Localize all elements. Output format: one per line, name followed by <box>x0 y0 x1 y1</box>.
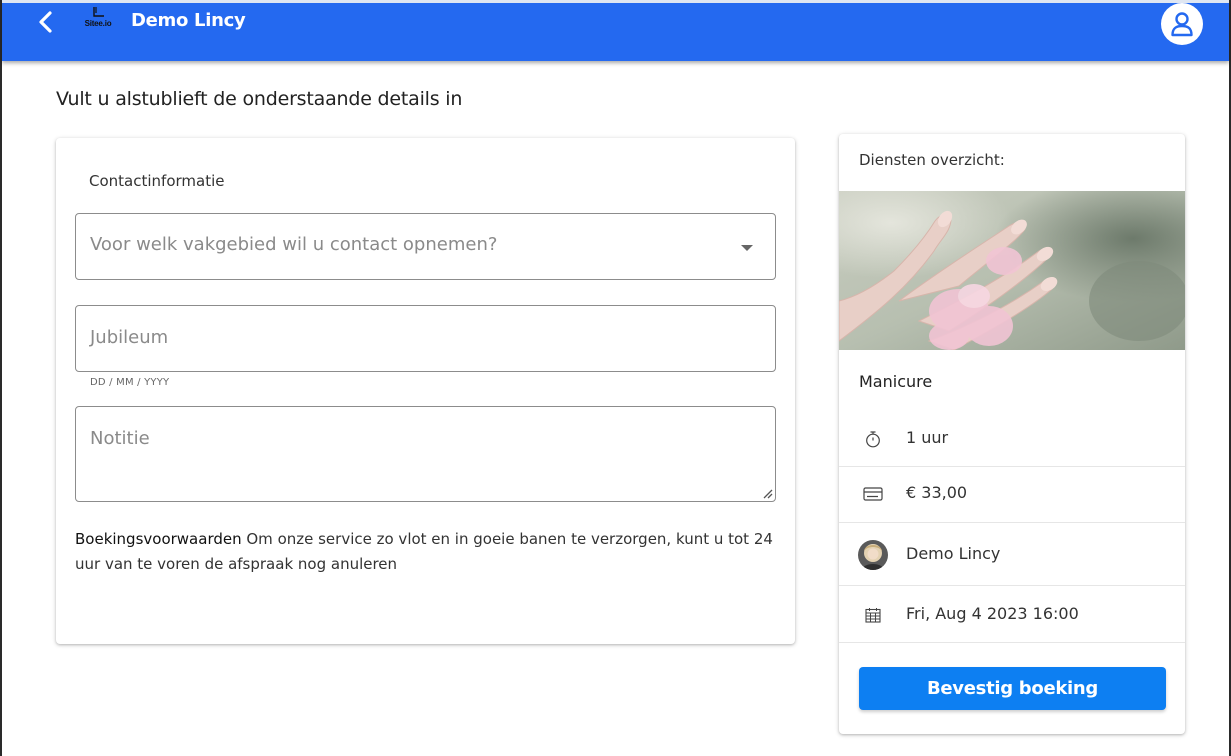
note-textarea[interactable]: Notitie <box>75 406 776 502</box>
topic-select[interactable]: Voor welk vakgebied wil u contact opneme… <box>75 213 776 280</box>
chevron-left-icon <box>39 11 52 33</box>
back-button[interactable] <box>32 7 60 37</box>
credit-card-icon <box>863 484 883 504</box>
booking-terms-title: Boekingsvoorwaarden <box>75 530 242 548</box>
date-format-hint: DD / MM / YYYY <box>90 377 170 388</box>
staff-name: Demo Lincy <box>906 544 1001 563</box>
note-placeholder: Notitie <box>90 428 150 449</box>
contact-form-card: Contactinformatie Voor welk vakgebied wi… <box>56 138 795 644</box>
section-label: Contactinformatie <box>89 172 225 190</box>
confirm-booking-button[interactable]: Bevestig boeking <box>859 667 1166 710</box>
service-image <box>839 191 1185 350</box>
resize-handle-icon[interactable] <box>761 487 773 499</box>
anniversary-placeholder: Jubileum <box>90 327 169 348</box>
summary-row-staff: Demo Lincy <box>839 523 1185 586</box>
topic-select-placeholder: Voor welk vakgebied wil u contact opneme… <box>90 234 498 255</box>
summary-row-duration: 1 uur <box>839 413 1185 467</box>
booking-terms: Boekingsvoorwaarden Om onze service zo v… <box>75 527 785 577</box>
price-value: € 33,00 <box>906 483 968 502</box>
anniversary-date-field[interactable]: Jubileum <box>75 305 776 372</box>
logo-icon <box>93 7 104 17</box>
sitee-logo[interactable]: Sitee.io <box>80 6 116 34</box>
summary-title: Diensten overzicht: <box>859 151 1005 169</box>
services-summary-card: Diensten overzicht: Manicure 1 uur € 33,… <box>839 134 1185 734</box>
logo-text: Sitee.io <box>84 19 112 28</box>
calendar-icon <box>863 605 883 625</box>
account-button[interactable] <box>1161 3 1203 45</box>
page-title: Vult u alstublieft de onderstaande detai… <box>56 88 463 110</box>
app-title: Demo Lincy <box>131 10 246 31</box>
staff-avatar <box>858 540 888 570</box>
stopwatch-icon <box>863 429 883 449</box>
user-icon <box>1171 12 1193 37</box>
appointment-datetime: Fri, Aug 4 2023 16:00 <box>906 604 1079 623</box>
duration-value: 1 uur <box>906 428 949 447</box>
dropdown-caret-icon <box>741 245 753 251</box>
top-app-bar: Sitee.io Demo Lincy <box>2 0 1229 61</box>
summary-row-date: Fri, Aug 4 2023 16:00 <box>839 586 1185 643</box>
summary-row-price: € 33,00 <box>839 467 1185 523</box>
service-name: Manicure <box>859 372 933 391</box>
